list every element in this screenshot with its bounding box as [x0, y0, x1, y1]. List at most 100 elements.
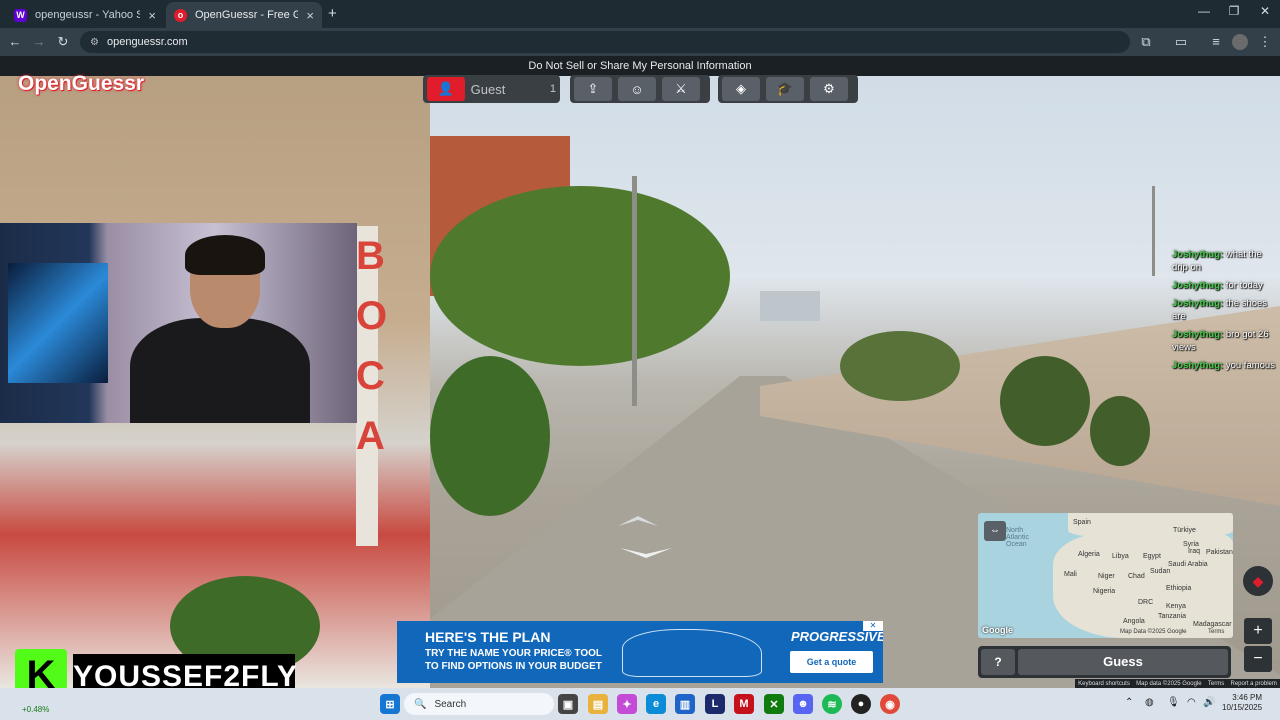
battle-button[interactable]: ⚔: [662, 77, 700, 101]
map-layers-button[interactable]: ◈: [722, 77, 760, 101]
multiplayer-button[interactable]: ☺: [618, 77, 656, 101]
store-icon[interactable]: ▥: [675, 694, 695, 714]
stock-change: +0.48%: [22, 705, 50, 714]
site-info-icon[interactable]: ⚙: [90, 37, 99, 48]
spotify-icon[interactable]: ≋: [822, 694, 842, 714]
guess-minimap[interactable]: ⇔ Spain Türkiye North Atlantic Ocean Alg…: [978, 513, 1233, 638]
l-app-icon[interactable]: L: [705, 694, 725, 714]
chat-username: Joshythug:: [1172, 329, 1224, 340]
upload-button[interactable]: ⇪: [574, 77, 612, 101]
map-label: Libya: [1112, 553, 1129, 560]
mcafee-icon[interactable]: M: [734, 694, 754, 714]
new-tab-button[interactable]: +: [328, 5, 337, 22]
map-label: Madagascar: [1193, 621, 1232, 628]
forward-icon[interactable]: →: [30, 33, 48, 51]
chat-message: Joshythug: the shoes are: [1172, 297, 1278, 323]
openguessr-logo[interactable]: OpenGuessr: [18, 72, 144, 96]
streamer-webcam: [0, 223, 357, 423]
yahoo-icon: W: [14, 8, 27, 22]
microphone-icon[interactable]: 🎙: [1167, 697, 1180, 708]
ad-headline: HERE'S THE PLAN: [425, 629, 551, 645]
copilot-icon[interactable]: ✦: [617, 694, 637, 714]
discord-icon[interactable]: ☻: [793, 694, 813, 714]
guess-bar: ? Guess: [978, 646, 1231, 678]
tray-chevron-icon[interactable]: ⌃: [1125, 697, 1133, 708]
menu-icon[interactable]: ⋮: [1256, 33, 1274, 51]
settings-toolbar: ◈ 🎓 ⚙: [718, 75, 858, 103]
chat-message: Joshythug: bro got 26 views: [1172, 328, 1278, 354]
wifi-icon[interactable]: ◠: [1187, 697, 1196, 708]
player-name: Guest: [470, 81, 506, 97]
file-explorer-icon[interactable]: ▤: [588, 694, 608, 714]
task-view-icon[interactable]: ▣: [558, 694, 578, 714]
back-icon[interactable]: ←: [6, 33, 24, 51]
layers-icon: ◈: [736, 81, 746, 96]
map-label: Nigeria: [1093, 588, 1116, 595]
chat-username: Joshythug:: [1172, 249, 1224, 260]
clock-date: 10/15/2025: [1222, 703, 1263, 712]
terms-link[interactable]: Terms: [1208, 681, 1224, 687]
europe-landmass: [1068, 513, 1233, 538]
obs-icon[interactable]: ●: [851, 694, 871, 714]
map-terms-link[interactable]: Terms: [1208, 629, 1224, 635]
reload-icon[interactable]: ↻: [54, 33, 72, 51]
account-button[interactable]: 👤: [427, 77, 465, 101]
ad-line: TO FIND OPTIONS IN YOUR BUDGET: [425, 661, 602, 672]
map-label: Chad: [1128, 573, 1145, 580]
car-illustration: [622, 629, 762, 677]
taskbar-search[interactable]: 🔍 Search: [404, 693, 554, 715]
game-toolbar: ⇪ ☺ ⚔: [570, 75, 710, 103]
network-icon[interactable]: ◍: [1145, 697, 1154, 708]
media-icon[interactable]: ▭: [1172, 33, 1190, 51]
volume-icon[interactable]: 🔊: [1203, 697, 1215, 708]
settings-button[interactable]: ⚙: [810, 77, 848, 101]
help-button[interactable]: ?: [981, 649, 1015, 675]
system-clock[interactable]: 3:46 PM 10/15/2025: [1222, 693, 1262, 713]
reading-list-icon[interactable]: ≡: [1207, 33, 1225, 51]
tab-title: OpenGuessr - Free GeoGuessr A: [195, 9, 299, 21]
map-label: Syria: [1183, 541, 1199, 548]
chat-message: Joshythug: you famous: [1172, 359, 1278, 372]
zoom-out-button[interactable]: −: [1244, 646, 1272, 672]
windows-start-icon[interactable]: ⊞: [380, 694, 400, 714]
report-problem-link[interactable]: Report a problem: [1231, 681, 1277, 687]
chat-message: Joshythug: for today: [1172, 279, 1278, 292]
browser-tab-bar: W opengeussr - Yahoo Search Re × o OpenG…: [0, 0, 1280, 28]
zoom-in-button[interactable]: +: [1244, 618, 1272, 644]
map-resize-button[interactable]: ⇔: [984, 521, 1006, 541]
ad-close-icon[interactable]: ✕: [863, 621, 883, 631]
tab-yahoo-search[interactable]: W opengeussr - Yahoo Search Re ×: [6, 2, 164, 28]
progressive-ad-banner[interactable]: HERE'S THE PLAN TRY THE NAME YOUR PRICE®…: [397, 621, 883, 683]
edge-icon[interactable]: e: [646, 694, 666, 714]
map-label: Mali: [1064, 571, 1077, 578]
privacy-notice-link[interactable]: Do Not Sell or Share My Personal Informa…: [0, 56, 1280, 76]
player-toolbar: 👤 Guest 1: [423, 75, 560, 103]
close-icon[interactable]: ×: [148, 8, 156, 23]
get-quote-button[interactable]: Get a quote: [790, 651, 873, 673]
close-window-icon[interactable]: ✕: [1250, 4, 1280, 18]
extensions-icon[interactable]: ⧉: [1137, 33, 1155, 51]
guess-button[interactable]: Guess: [1018, 649, 1228, 675]
address-bar[interactable]: ⚙ openguessr.com: [80, 31, 1130, 53]
map-label: Pakistan: [1206, 549, 1233, 556]
map-label: North Atlantic Ocean: [1006, 527, 1029, 548]
chat-text: you famous: [1225, 360, 1275, 371]
restore-icon[interactable]: ❐: [1219, 4, 1249, 18]
tab-openguessr[interactable]: o OpenGuessr - Free GeoGuessr A ×: [166, 2, 322, 28]
keyboard-shortcuts-link[interactable]: Keyboard shortcuts: [1078, 681, 1130, 687]
profile-avatar[interactable]: [1232, 34, 1248, 50]
people-icon: ☺: [630, 81, 644, 97]
close-icon[interactable]: ×: [306, 8, 314, 23]
windows-taskbar: +0.48% ⊞ 🔍 Search ▣ ▤ ✦ e ▥ L M ✕ ☻ ≋ ● …: [0, 688, 1280, 720]
compass-icon[interactable]: ◆: [1243, 566, 1273, 596]
tree: [840, 331, 960, 401]
minimize-icon[interactable]: —: [1189, 4, 1219, 18]
map-label: Egypt: [1143, 553, 1161, 560]
learn-button[interactable]: 🎓: [766, 77, 804, 101]
map-label: Algeria: [1078, 551, 1100, 558]
gaming-monitor: [8, 263, 108, 383]
openguessr-page: Do Not Sell or Share My Personal Informa…: [0, 56, 1280, 688]
map-label: Angola: [1123, 618, 1145, 625]
chrome-icon[interactable]: ◉: [880, 694, 900, 714]
xbox-icon[interactable]: ✕: [764, 694, 784, 714]
